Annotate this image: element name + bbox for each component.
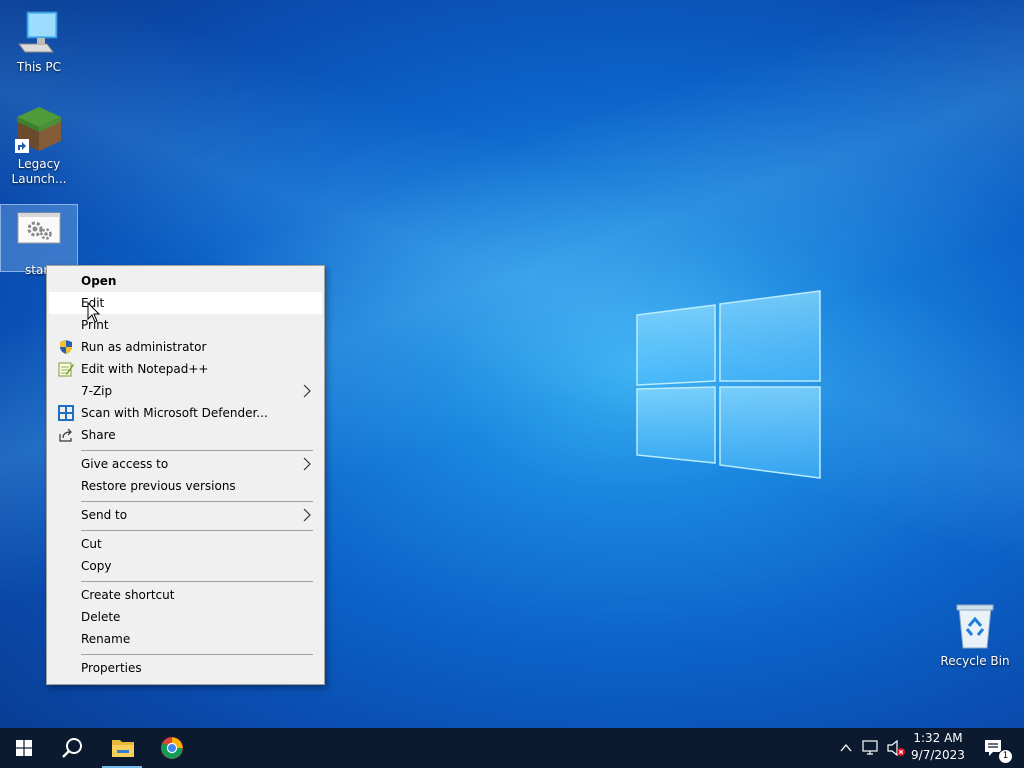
menu-item-label: Restore previous versions	[81, 479, 236, 493]
menu-item-properties[interactable]: Properties	[49, 657, 322, 679]
file-explorer-button[interactable]	[98, 728, 146, 768]
menu-item-copy[interactable]: Copy	[49, 555, 322, 577]
menu-separator	[81, 654, 313, 655]
desktop-icon-this-pc[interactable]: This PC	[1, 8, 77, 74]
search-icon	[62, 738, 82, 758]
menu-item-label: Copy	[81, 559, 112, 573]
menu-item-delete[interactable]: Delete	[49, 606, 322, 628]
notepad-plus-plus-icon	[58, 362, 74, 377]
chevron-right-icon	[303, 384, 311, 398]
menu-item-label: Share	[81, 428, 116, 442]
chevron-right-icon	[303, 457, 311, 471]
minecraft-grass-block-icon	[15, 105, 63, 153]
network-icon[interactable]	[862, 740, 880, 756]
menu-separator	[81, 530, 313, 531]
menu-item-send-to[interactable]: Send to	[49, 504, 322, 526]
folder-icon	[112, 740, 134, 757]
menu-item-7-zip[interactable]: 7-Zip	[49, 380, 322, 402]
search-button[interactable]	[48, 728, 96, 768]
chevron-right-icon	[303, 508, 311, 522]
defender-icon	[58, 405, 74, 421]
menu-item-scan-with-microsoft-defender[interactable]: Scan with Microsoft Defender...	[49, 402, 322, 424]
windows-wallpaper-logo	[636, 290, 821, 479]
menu-item-rename[interactable]: Rename	[49, 628, 322, 650]
start-button[interactable]	[0, 728, 48, 768]
batch-file-gears-icon	[15, 211, 63, 259]
menu-item-open[interactable]: Open	[49, 270, 322, 292]
share-icon	[59, 428, 72, 442]
clock-time: 1:32 AM	[913, 731, 963, 745]
menu-item-label: Create shortcut	[81, 588, 175, 602]
menu-item-label: 7-Zip	[81, 384, 113, 398]
menu-item-label: Send to	[81, 508, 128, 522]
chrome-button[interactable]	[148, 728, 196, 768]
desktop-icon-recycle-bin[interactable]: Recycle Bin	[937, 602, 1013, 668]
taskbar: 1:32 AM 9/7/2023 1	[0, 728, 1024, 768]
menu-item-label: Run as administrator	[81, 340, 207, 354]
menu-item-label: Rename	[81, 632, 131, 646]
notification-count-badge: 1	[998, 749, 1013, 764]
windows-logo-icon	[16, 740, 32, 756]
desktop-icon-label-line2: Launch...	[11, 172, 67, 186]
clock[interactable]: 1:32 AM 9/7/2023	[908, 731, 968, 762]
desktop-icon-label-line1: Legacy	[17, 157, 61, 171]
clock-date: 9/7/2023	[911, 748, 965, 762]
menu-separator	[81, 581, 313, 582]
desktop-icon-label: This PC	[17, 60, 61, 74]
menu-item-label: Scan with Microsoft Defender...	[81, 406, 268, 420]
desktop-icon-start[interactable]: start	[0, 204, 78, 277]
menu-item-run-as-administrator[interactable]: Run as administrator	[49, 336, 322, 358]
menu-item-restore-previous-versions[interactable]: Restore previous versions	[49, 475, 322, 497]
this-pc-icon	[15, 8, 63, 56]
menu-item-label: Give access to	[81, 457, 169, 471]
desktop-icon-legacy-launcher[interactable]: Legacy Launch...	[1, 105, 77, 189]
menu-separator	[81, 450, 313, 451]
action-center-button[interactable]: 1	[976, 728, 1020, 768]
menu-item-cut[interactable]: Cut	[49, 533, 322, 555]
context-menu: Open Edit Print Run as administrator Edi…	[46, 265, 325, 685]
chevron-up-icon[interactable]	[840, 742, 852, 754]
menu-item-share[interactable]: Share	[49, 424, 322, 446]
menu-item-create-shortcut[interactable]: Create shortcut	[49, 584, 322, 606]
desktop-icon-label: Recycle Bin	[940, 654, 1010, 668]
menu-item-label: Edit with Notepad++	[81, 362, 209, 376]
uac-shield-icon	[60, 340, 72, 354]
menu-item-label: Open	[81, 274, 117, 288]
menu-item-label: Cut	[81, 537, 102, 551]
chrome-icon	[161, 737, 183, 759]
menu-item-give-access-to[interactable]: Give access to	[49, 453, 322, 475]
menu-item-edit-with-notepad-plus-plus[interactable]: Edit with Notepad++	[49, 358, 322, 380]
menu-item-label: Properties	[81, 661, 142, 675]
mouse-cursor-icon	[87, 302, 101, 323]
recycle-bin-icon	[951, 602, 999, 650]
menu-item-label: Delete	[81, 610, 121, 624]
menu-separator	[81, 501, 313, 502]
volume-muted-icon[interactable]	[886, 739, 906, 757]
